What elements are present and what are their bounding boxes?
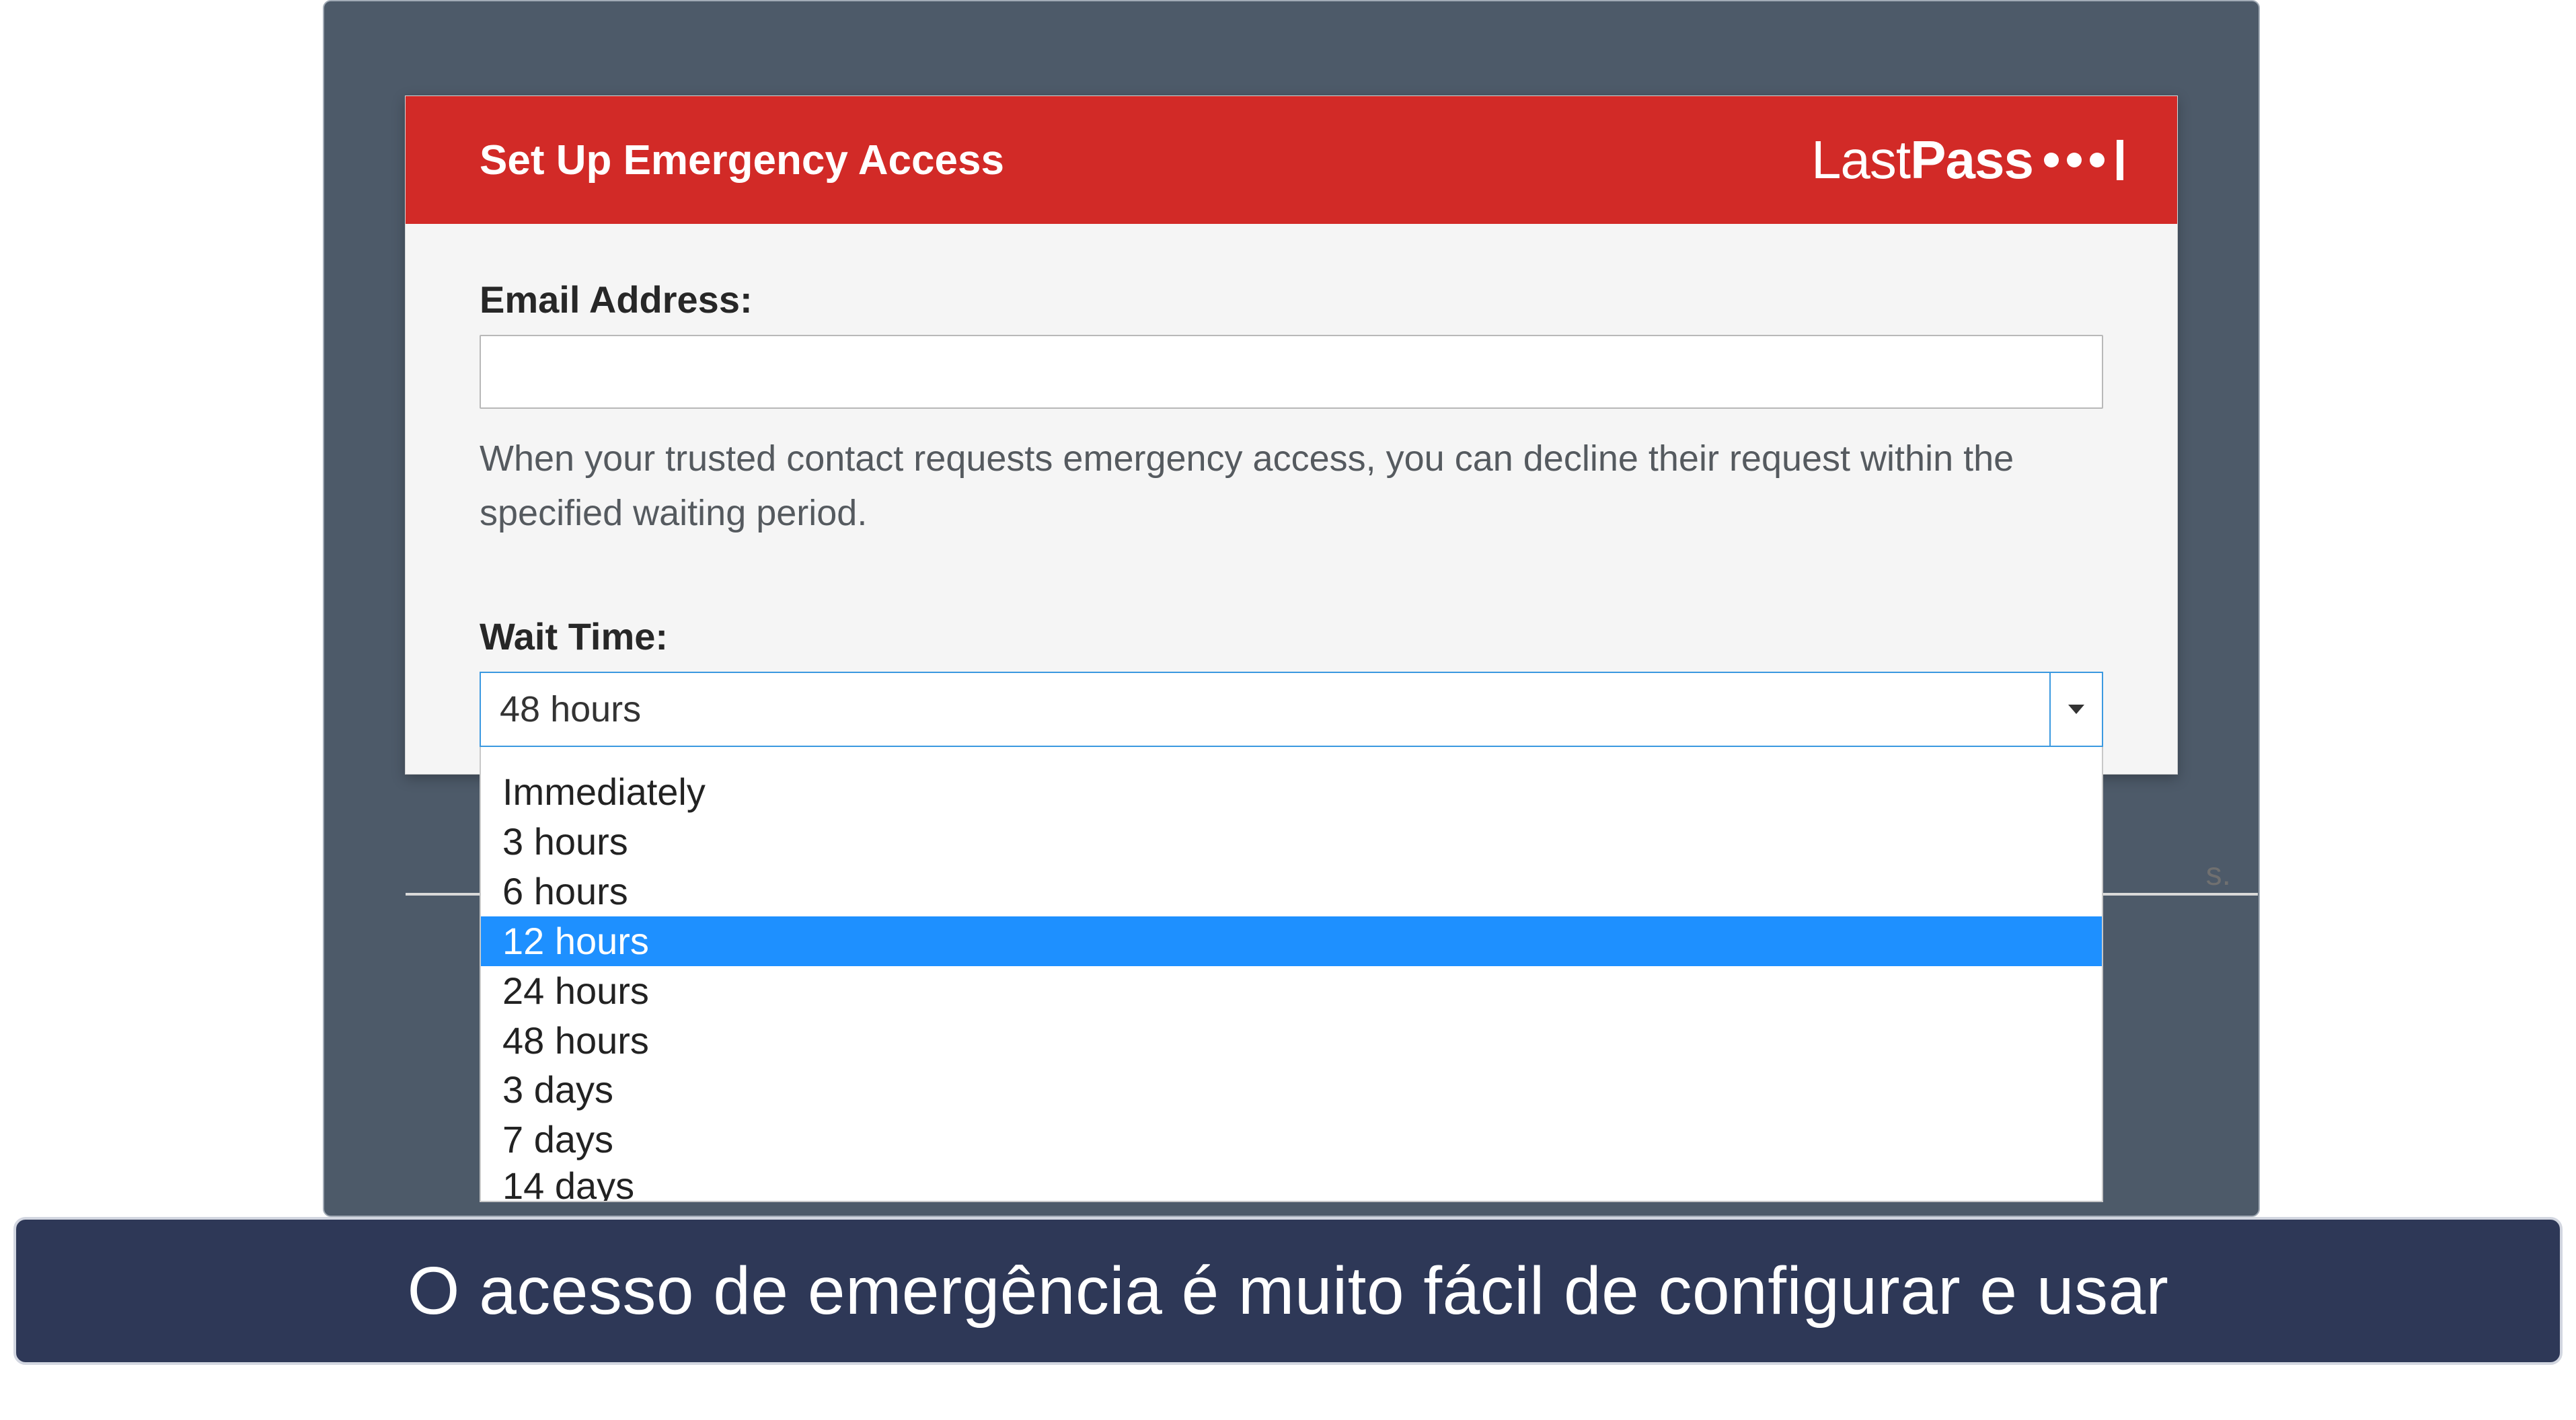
wait-time-option[interactable]: Immediately	[481, 767, 2102, 817]
logo-dots-icon	[2044, 140, 2123, 180]
email-input[interactable]	[480, 335, 2103, 409]
email-label: Email Address:	[480, 278, 2103, 321]
wait-time-selected-value[interactable]: 48 hours	[480, 672, 2049, 747]
wait-time-label: Wait Time:	[480, 615, 2103, 658]
caption-bar: O acesso de emergência é muito fácil de …	[13, 1217, 2563, 1365]
wait-time-option[interactable]: 14 days	[481, 1165, 2102, 1201]
dialog-body: s. Email Address: When your trusted cont…	[406, 224, 2177, 774]
background-text-fragment: s.	[2206, 856, 2231, 893]
app-window-frame: Set Up Emergency Access LastPass s. Emai…	[323, 0, 2260, 1217]
wait-time-option[interactable]: 12 hours	[481, 916, 2102, 966]
caret-down-icon	[2068, 705, 2084, 714]
wait-time-option[interactable]: 7 days	[481, 1115, 2102, 1165]
wait-time-dropdown-button[interactable]	[2049, 672, 2103, 747]
wait-time-option[interactable]: 6 hours	[481, 867, 2102, 916]
wait-time-option[interactable]: 3 days	[481, 1065, 2102, 1115]
emergency-access-dialog: Set Up Emergency Access LastPass s. Emai…	[405, 95, 2178, 775]
help-text: When your trusted contact requests emerg…	[480, 432, 2103, 541]
wait-time-option[interactable]: 48 hours	[481, 1016, 2102, 1066]
caption-text: O acesso de emergência é muito fácil de …	[408, 1253, 2169, 1330]
dialog-title: Set Up Emergency Access	[480, 136, 1004, 184]
wait-time-option[interactable]: 3 hours	[481, 817, 2102, 867]
dialog-header: Set Up Emergency Access LastPass	[406, 96, 2177, 224]
lastpass-logo: LastPass	[1811, 129, 2123, 191]
wait-time-dropdown-list[interactable]: Immediately3 hours6 hours12 hours24 hour…	[480, 747, 2103, 1202]
wait-time-option[interactable]: 24 hours	[481, 966, 2102, 1016]
wait-time-select[interactable]: 48 hours Immediately3 hours6 hours12 hou…	[480, 672, 2103, 747]
